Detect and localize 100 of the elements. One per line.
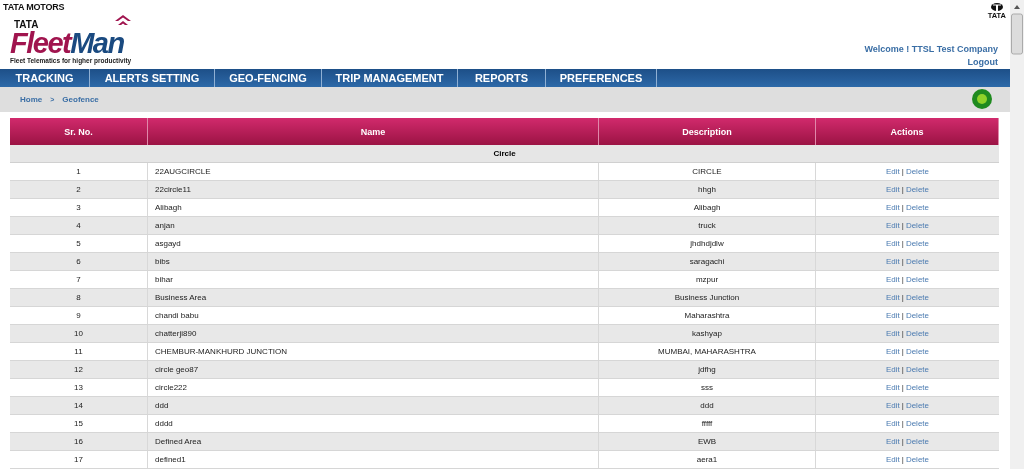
edit-link[interactable]: Edit [886,185,900,194]
group-header: Circle [10,145,999,163]
table-cell: 4 [10,217,148,234]
delete-link[interactable]: Delete [905,329,929,338]
table-cell: Defined Area [148,433,599,450]
delete-link[interactable]: Delete [905,455,929,464]
edit-link[interactable]: Edit [886,203,900,212]
table-cell: saragachi [599,253,816,270]
table-cell: chatterji890 [148,325,599,342]
logout-link[interactable]: Logout [967,57,998,67]
table-cell: circle222 [148,379,599,396]
nav-item[interactable]: PREFERENCES [546,69,657,87]
table-cell: defined1 [148,451,599,468]
table-cell: 17 [10,451,148,468]
edit-link[interactable]: Edit [886,167,900,176]
company-name: TATA MOTORS [3,2,66,12]
edit-link[interactable]: Edit [886,311,900,320]
table-cell: 22AUGCIRCLE [148,163,599,180]
delete-link[interactable]: Delete [905,365,929,374]
edit-link[interactable]: Edit [886,347,900,356]
action-separator: | [901,293,904,302]
edit-link[interactable]: Edit [886,437,900,446]
edit-link[interactable]: Edit [886,455,900,464]
table-cell: jhdhdjdlw [599,235,816,252]
delete-link[interactable]: Delete [905,419,929,428]
table-cell: dddd [148,415,599,432]
nav-item[interactable]: ALERTS SETTING [90,69,215,87]
breadcrumb-link[interactable]: Home [20,94,43,104]
table-cell: Alibagh [148,199,599,216]
table-cell: 14 [10,397,148,414]
table-cell: 16 [10,433,148,450]
table-cell: aera1 [599,451,816,468]
action-separator: | [901,239,904,248]
delete-link[interactable]: Delete [905,221,929,230]
table-cell: Business Junction [599,289,816,306]
table-cell: Business Area [148,289,599,306]
edit-link[interactable]: Edit [886,329,900,338]
action-separator: | [901,329,904,338]
table-cell: ddd [599,397,816,414]
table-cell: 9 [10,307,148,324]
table-cell: anjan [148,217,599,234]
delete-link[interactable]: Delete [905,347,929,356]
column-header: Description [599,118,816,145]
delete-link[interactable]: Delete [905,257,929,266]
table-cell: Maharashtra [599,307,816,324]
breadcrumb-link[interactable]: Geofence [62,94,99,104]
delete-link[interactable]: Delete [905,437,929,446]
table-cell: chandi babu [148,307,599,324]
action-separator: | [901,221,904,230]
nav-item[interactable]: TRIP MANAGEMENT [322,69,458,87]
table-cell: EWB [599,433,816,450]
table-cell: 5 [10,235,148,252]
action-separator: | [901,167,904,176]
edit-link[interactable]: Edit [886,257,900,266]
delete-link[interactable]: Delete [905,185,929,194]
table-cell: 13 [10,379,148,396]
edit-link[interactable]: Edit [886,275,900,284]
edit-link[interactable]: Edit [886,401,900,410]
delete-link[interactable]: Delete [905,275,929,284]
column-header: Actions [816,118,999,145]
action-separator: | [901,419,904,428]
action-separator: | [901,401,904,410]
table-cell: asgayd [148,235,599,252]
nav-item[interactable]: TRACKING [0,69,90,87]
nav-item[interactable]: REPORTS [458,69,546,87]
table-cell: CHEMBUR-MANKHURD JUNCTION [148,343,599,360]
table-cell: 7 [10,271,148,288]
table-cell: 3 [10,199,148,216]
table-cell: kashyap [599,325,816,342]
action-separator: | [901,311,904,320]
action-separator: | [901,203,904,212]
table-cell: 8 [10,289,148,306]
table-cell: sss [599,379,816,396]
action-separator: | [901,257,904,266]
delete-link[interactable]: Delete [905,311,929,320]
edit-link[interactable]: Edit [886,221,900,230]
delete-link[interactable]: Delete [905,401,929,410]
edit-link[interactable]: Edit [886,365,900,374]
welcome-text: Welcome ! TTSL Test Company [864,44,998,54]
delete-link[interactable]: Delete [905,167,929,176]
table-cell: jdfhg [599,361,816,378]
edit-link[interactable]: Edit [886,419,900,428]
edit-link[interactable]: Edit [886,239,900,248]
action-separator: | [901,365,904,374]
action-separator: | [901,455,904,464]
table-cell: 11 [10,343,148,360]
action-separator: | [901,185,904,194]
edit-link[interactable]: Edit [886,293,900,302]
table-cell: MUMBAI, MAHARASHTRA [599,343,816,360]
table-cell: fffff [599,415,816,432]
action-separator: | [901,437,904,446]
nav-item[interactable]: GEO-FENCING [215,69,322,87]
delete-link[interactable]: Delete [905,383,929,392]
delete-link[interactable]: Delete [905,239,929,248]
table-cell: mzpur [599,271,816,288]
delete-link[interactable]: Delete [905,293,929,302]
edit-link[interactable]: Edit [886,383,900,392]
action-separator: | [901,383,904,392]
table-cell: 15 [10,415,148,432]
delete-link[interactable]: Delete [905,203,929,212]
